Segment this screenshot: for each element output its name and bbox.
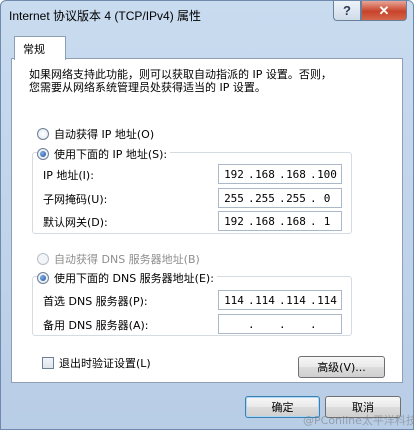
auto-ip-label: 自动获得 IP 地址(O)	[54, 128, 155, 141]
advanced-button[interactable]: 高级(V)...	[298, 356, 385, 378]
close-icon: ✕	[378, 2, 390, 18]
description-text: 如果网络支持此功能，则可以获取自动指派的 IP 设置。否则， 您需要从网络系统管…	[29, 68, 389, 94]
default-gateway-octet-2: 168	[255, 215, 275, 228]
subnet-mask-label: 子网掩码(U):	[43, 193, 108, 206]
preferred-dns-octet-3: 114	[286, 294, 306, 307]
ip-separator: .	[248, 318, 255, 331]
default-gateway-label: 默认网关(D):	[43, 216, 108, 229]
auto-ip-option[interactable]: 自动获得 IP 地址(O)	[37, 126, 154, 142]
ip-address-octet-1: 192	[224, 168, 244, 181]
ip-address-octet-2: 168	[255, 168, 275, 181]
dialog-window: Internet 协议版本 4 (TCP/IPv4) 属性 ? ✕ 常规 如果网…	[0, 0, 414, 430]
title-bar[interactable]: Internet 协议版本 4 (TCP/IPv4) 属性 ? ✕	[1, 1, 413, 29]
ip-separator: .	[310, 318, 317, 331]
description-line-1: 如果网络支持此功能，则可以获取自动指派的 IP 设置。否则，	[29, 68, 332, 81]
close-button[interactable]: ✕	[361, 1, 407, 21]
auto-dns-option[interactable]: 自动获得 DNS 服务器地址(B)	[37, 251, 200, 267]
default-gateway-octet-3: 168	[286, 215, 306, 228]
auto-ip-radio[interactable]	[37, 128, 49, 140]
default-gateway-input[interactable]: 192 . 168 . 168 . 1	[218, 211, 342, 231]
manual-dns-radio[interactable]	[37, 272, 49, 284]
manual-ip-label: 使用下面的 IP 地址(S):	[54, 148, 168, 161]
preferred-dns-label: 首选 DNS 服务器(P):	[43, 295, 148, 308]
advanced-button-label: 高级(V)...	[317, 361, 366, 374]
preferred-dns-octet-1: 114	[224, 294, 244, 307]
validate-on-exit-label: 退出时验证设置(L)	[59, 357, 151, 370]
watermark-text: @PConline太平洋科技	[303, 414, 414, 427]
subnet-mask-octet-3: 255	[286, 192, 306, 205]
subnet-mask-octet-1: 255	[224, 192, 244, 205]
default-gateway-octet-4: 1	[323, 215, 331, 228]
preferred-dns-input[interactable]: 114 . 114 . 114 . 114	[218, 290, 342, 310]
subnet-mask-octet-2: 255	[255, 192, 275, 205]
tab-general-label: 常规	[23, 43, 45, 56]
manual-dns-option[interactable]: 使用下面的 DNS 服务器地址(E):	[37, 270, 217, 286]
validate-on-exit-checkbox[interactable]	[42, 357, 54, 369]
manual-dns-label: 使用下面的 DNS 服务器地址(E):	[54, 272, 214, 285]
help-icon: ?	[343, 3, 351, 18]
window-title: Internet 协议版本 4 (TCP/IPv4) 属性	[9, 9, 202, 23]
validate-on-exit-option[interactable]: 退出时验证设置(L)	[42, 355, 151, 371]
preferred-dns-octet-2: 114	[255, 294, 275, 307]
default-gateway-octet-1: 192	[224, 215, 244, 228]
ip-address-octet-4: 100	[317, 168, 337, 181]
ip-address-octet-3: 168	[286, 168, 306, 181]
manual-ip-radio[interactable]	[37, 148, 49, 160]
preferred-dns-octet-4: 114	[317, 294, 337, 307]
description-line-2: 您需要从网络系统管理员处获得适当的 IP 设置。	[29, 81, 266, 94]
ip-address-label: IP 地址(I):	[43, 169, 94, 182]
alternate-dns-input[interactable]: . . .	[218, 314, 342, 334]
alternate-dns-label: 备用 DNS 服务器(A):	[43, 319, 149, 332]
manual-ip-option[interactable]: 使用下面的 IP 地址(S):	[37, 146, 171, 162]
subnet-mask-input[interactable]: 255 . 255 . 255 . 0	[218, 188, 342, 208]
subnet-mask-octet-4: 0	[323, 192, 331, 205]
help-button[interactable]: ?	[333, 1, 361, 21]
tab-general[interactable]: 常规	[14, 36, 66, 60]
ok-button-label: 确定	[271, 401, 294, 414]
auto-dns-radio[interactable]	[37, 253, 49, 265]
ip-separator: .	[279, 318, 286, 331]
auto-dns-label: 自动获得 DNS 服务器地址(B)	[54, 253, 200, 266]
ip-address-input[interactable]: 192 . 168 . 168 . 100	[218, 164, 342, 184]
